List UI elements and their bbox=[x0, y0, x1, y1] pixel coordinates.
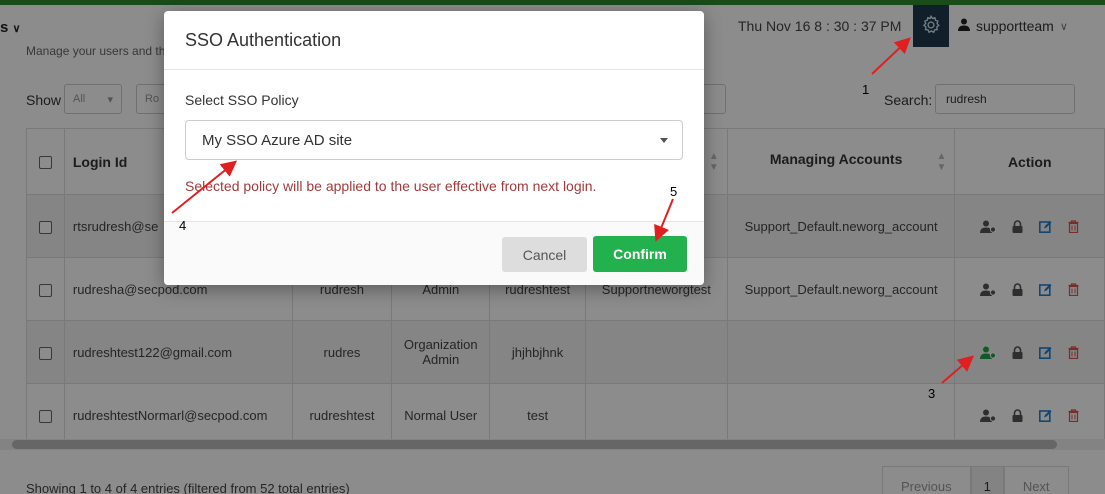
confirm-button[interactable]: Confirm bbox=[593, 236, 687, 272]
policy-note: Selected policy will be applied to the u… bbox=[185, 178, 597, 194]
modal-title: SSO Authentication bbox=[185, 30, 342, 50]
modal-footer: Cancel Confirm bbox=[164, 221, 704, 285]
modal-body: Select SSO Policy My SSO Azure AD site S… bbox=[164, 70, 704, 221]
annotation-5: 5 bbox=[670, 184, 678, 199]
modal-header: SSO Authentication bbox=[164, 11, 704, 70]
caret-down-icon bbox=[660, 138, 668, 143]
annotation-3: 3 bbox=[928, 386, 936, 401]
cancel-button[interactable]: Cancel bbox=[502, 237, 587, 272]
annotation-1: 1 bbox=[862, 82, 870, 97]
sso-authentication-modal: SSO Authentication Select SSO Policy My … bbox=[164, 11, 704, 285]
annotation-4: 4 bbox=[179, 218, 187, 233]
sso-policy-select[interactable]: My SSO Azure AD site bbox=[185, 120, 683, 160]
sso-policy-label: Select SSO Policy bbox=[185, 92, 299, 108]
sso-policy-selected-value: My SSO Azure AD site bbox=[202, 132, 353, 149]
